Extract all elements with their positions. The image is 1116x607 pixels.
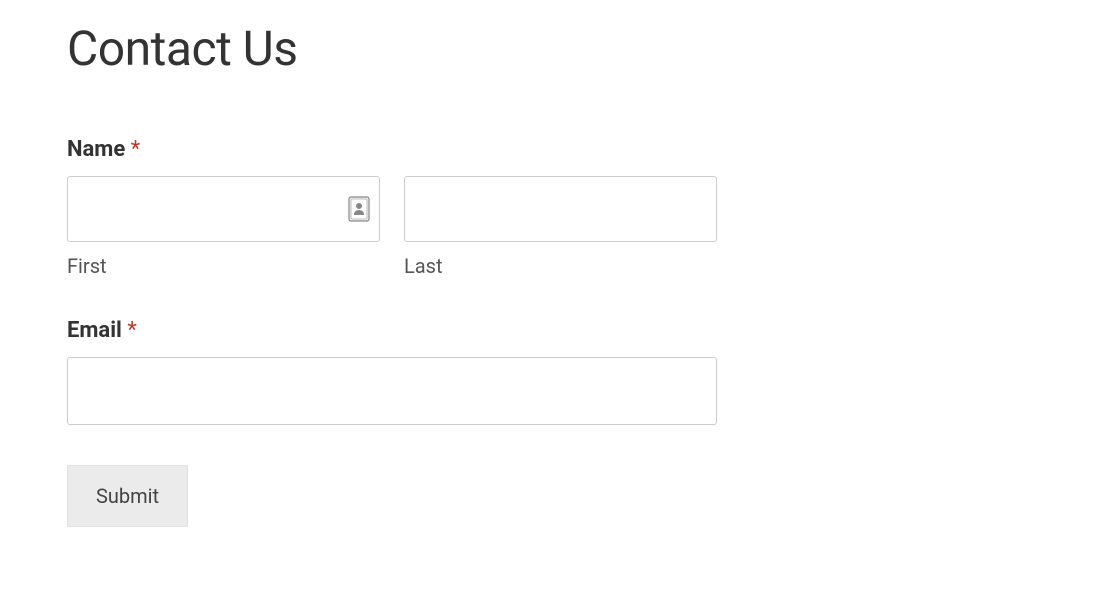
last-name-sublabel: Last bbox=[404, 254, 717, 278]
email-field-group: Email * bbox=[67, 318, 717, 425]
first-name-sublabel: First bbox=[67, 254, 380, 278]
first-name-wrapper bbox=[67, 176, 380, 242]
name-field-group: Name * First bbox=[67, 137, 717, 278]
first-name-column: First bbox=[67, 176, 380, 278]
name-label-text: Name bbox=[67, 137, 125, 162]
name-required-marker: * bbox=[131, 137, 140, 162]
submit-button[interactable]: Submit bbox=[67, 465, 188, 527]
email-required-marker: * bbox=[127, 318, 136, 343]
name-row: First Last bbox=[67, 176, 717, 278]
first-name-input[interactable] bbox=[67, 176, 380, 242]
last-name-column: Last bbox=[404, 176, 717, 278]
email-label: Email * bbox=[67, 318, 717, 343]
page-title: Contact Us bbox=[67, 20, 1116, 77]
email-label-text: Email bbox=[67, 318, 122, 343]
name-label: Name * bbox=[67, 137, 717, 162]
last-name-input[interactable] bbox=[404, 176, 717, 242]
contact-form: Name * First bbox=[67, 137, 717, 527]
email-input[interactable] bbox=[67, 357, 717, 425]
